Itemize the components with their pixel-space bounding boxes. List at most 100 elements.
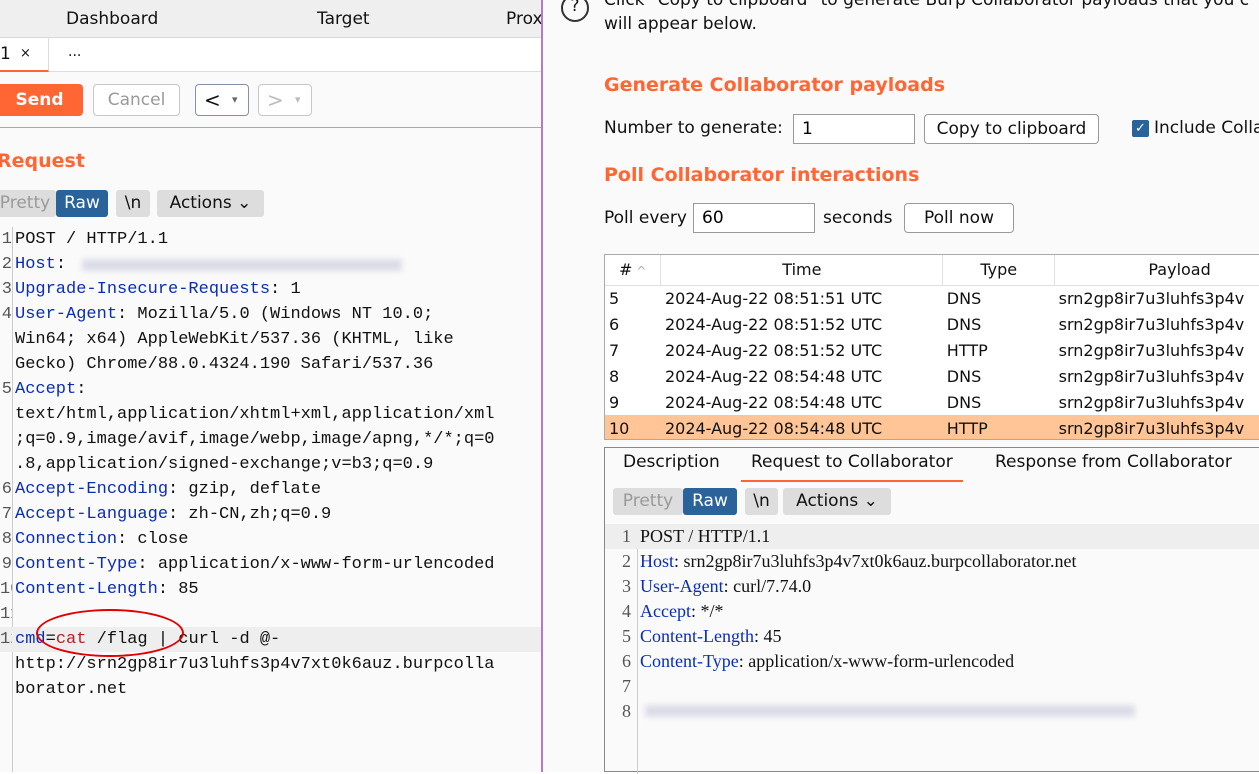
intro-text: Click "Copy to clipboard" to generate Bu… (604, 0, 1250, 10)
raw-tab[interactable]: Raw (683, 488, 737, 515)
cell-n: 9 (609, 392, 620, 412)
column-header[interactable]: Type (942, 255, 1056, 286)
nav-dashboard[interactable]: Dashboard (66, 9, 158, 29)
code-line: 5 Accept: (0, 377, 541, 402)
header-name: Accept (15, 380, 77, 399)
column-label: # (619, 260, 633, 280)
line-number: 6 (622, 651, 631, 671)
table-row[interactable]: 10 2024-Aug-22 08:54:48 UTC HTTP srn2gp8ir7… (605, 415, 1259, 439)
include-label: Include Colla (1154, 118, 1259, 138)
header-value: : 85 (157, 580, 199, 599)
table-row[interactable]: 8 2024-Aug-22 08:54:48 UTC DNS srn2gp8ir7u3… (605, 363, 1259, 389)
cell-time: 2024-Aug-22 08:51:52 UTC (664, 314, 883, 334)
column-header[interactable]: # ^ (605, 255, 662, 286)
send-button[interactable]: Send (0, 84, 83, 116)
close-icon[interactable]: × (20, 46, 31, 61)
back-dropdown-icon[interactable]: ▾ (232, 85, 238, 115)
tab-1[interactable]: 1 × (0, 38, 49, 72)
pretty-tab[interactable]: Pretty (613, 488, 683, 515)
cell-payload: srn2gp8ir7u3luhfs3p4v (1058, 340, 1245, 360)
cell-payload: srn2gp8ir7u3luhfs3p4v (1058, 366, 1245, 386)
back-arrow-icon: < (204, 88, 221, 112)
back-button[interactable]: < ▾ (195, 84, 249, 116)
pretty-tab[interactable]: Pretty (0, 190, 56, 217)
collaborator-dialog: ? Click "Copy to clipboard" to generate … (541, 0, 1259, 774)
line-number: 4 (1, 305, 12, 324)
actions-dropdown[interactable]: Actions ⌄ (157, 190, 264, 217)
cell-type: DNS (946, 288, 982, 308)
cell-type: DNS (946, 314, 982, 334)
code-line: 2 Host: srn2gp8ir7u3luhfs3p4v7xt0k6auz.bu… (605, 549, 1259, 574)
include-checkbox[interactable]: ✓ (1132, 120, 1149, 137)
header-value: : Mozilla/5.0 (Windows NT 10.0; (117, 305, 434, 324)
header-value: : close (117, 530, 189, 549)
poll-interval-input[interactable] (693, 203, 815, 233)
top-nav: Dashboard Target Prox (0, 0, 543, 38)
detail-tab[interactable]: Description (623, 452, 720, 482)
detail-tab[interactable]: Response from Collaborator (995, 452, 1232, 482)
sort-ascending-icon: ^ (636, 264, 647, 279)
interactions-table: # ^ Time Type Payload 5 2024-Aug-22 08:51:51 U… (604, 254, 1259, 440)
cell-n: 7 (609, 340, 620, 360)
table-row[interactable]: 9 2024-Aug-22 08:54:48 UTC DNS srn2gp8ir7u3… (605, 389, 1259, 415)
newline-toggle[interactable]: \n (116, 190, 150, 217)
line-number: 11 (0, 605, 12, 624)
poll-every-label: Poll every (604, 208, 687, 228)
header-value: POST / HTTP/1.1 (15, 230, 169, 249)
table-row[interactable]: 7 2024-Aug-22 08:51:52 UTC HTTP srn2gp8ir7u… (605, 337, 1259, 363)
forward-dropdown-icon[interactable]: ▾ (295, 85, 301, 115)
code-line: 6 Accept-Encoding: gzip, deflate (0, 477, 541, 502)
nav-proxy[interactable]: Prox (506, 9, 543, 29)
header-value: : zh-CN,zh;q=0.9 (168, 505, 332, 524)
header-name: Content-Type (640, 651, 739, 671)
cancel-button[interactable]: Cancel (93, 84, 180, 116)
header-name: Host (15, 255, 56, 274)
header-name: Accept (640, 601, 691, 621)
tab-label: 1 (0, 44, 11, 64)
cell-n: 6 (609, 314, 620, 334)
forward-arrow-icon: > (267, 88, 284, 112)
line-number: 6 (1, 480, 12, 499)
forward-button[interactable]: > ▾ (258, 84, 312, 116)
raw-tab[interactable]: Raw (56, 190, 108, 217)
header-value: text/html,application/xhtml+xml,applicat… (15, 405, 495, 424)
detail-tab[interactable]: Request to Collaborator (741, 452, 963, 482)
poll-now-button[interactable]: Poll now (904, 203, 1014, 233)
actions-label: Actions (796, 491, 859, 511)
header-value: .8,application/signed-exchange;v=b3;q=0.… (15, 455, 434, 474)
chevron-down-icon: ⌄ (237, 193, 252, 213)
table-row[interactable]: 6 2024-Aug-22 08:51:52 UTC DNS srn2gp8ir7u3… (605, 311, 1259, 337)
line-number: 5 (622, 626, 631, 646)
column-header[interactable]: Time (660, 255, 944, 286)
body-line-cont: borator.net (0, 677, 541, 702)
header-value: : application/x-www-form-urlencoded (738, 651, 1015, 671)
code-line: text/html,application/xhtml+xml,applicat… (0, 402, 541, 427)
header-value: : application/x-www-form-urlencoded (137, 555, 495, 574)
code-line: 3 User-Agent: curl/7.74.0 (605, 574, 1259, 599)
collaborator-request-editor[interactable]: 1 POST / HTTP/1.1 2 Host: srn2gp8ir7u3luhfs… (605, 524, 1259, 724)
cell-type: HTTP (946, 340, 988, 360)
table-row[interactable]: 5 2024-Aug-22 08:51:51 UTC DNS srn2gp8ir7u3… (605, 285, 1259, 311)
line-number: 2 (1, 255, 12, 274)
header-name: Content-Type (15, 555, 138, 574)
body-line-cont: http://srn2gp8ir7u3luhfs3p4v7xt0k6auz.bu… (0, 652, 541, 677)
newline-toggle[interactable]: \n (745, 488, 778, 515)
copy-to-clipboard-button[interactable]: Copy to clipboard (924, 114, 1099, 144)
code-line: 6 Content-Type: application/x-www-form-ur… (605, 649, 1259, 674)
table-header: # ^ Time Type Payload (605, 255, 1259, 286)
nav-target[interactable]: Target (317, 9, 370, 29)
line-number: 1 (1, 230, 12, 249)
repeater-panel: Dashboard Target Prox 1 × ... Send Cance… (0, 0, 543, 772)
code-line: 8 Connection: close (0, 527, 541, 552)
header-value: : (55, 255, 77, 274)
cell-n: 10 (609, 418, 630, 438)
column-header[interactable]: Payload (1054, 255, 1259, 286)
cell-payload: srn2gp8ir7u3luhfs3p4v (1058, 314, 1245, 334)
number-input[interactable] (793, 114, 915, 144)
header-value: : */* (690, 601, 724, 621)
header-name: Content-Length (640, 626, 754, 646)
header-value: POST / HTTP/1.1 (640, 526, 771, 546)
actions-dropdown[interactable]: Actions ⌄ (783, 488, 891, 515)
header-name: Accept-Language (15, 505, 169, 524)
tab-more[interactable]: ... (68, 44, 81, 60)
